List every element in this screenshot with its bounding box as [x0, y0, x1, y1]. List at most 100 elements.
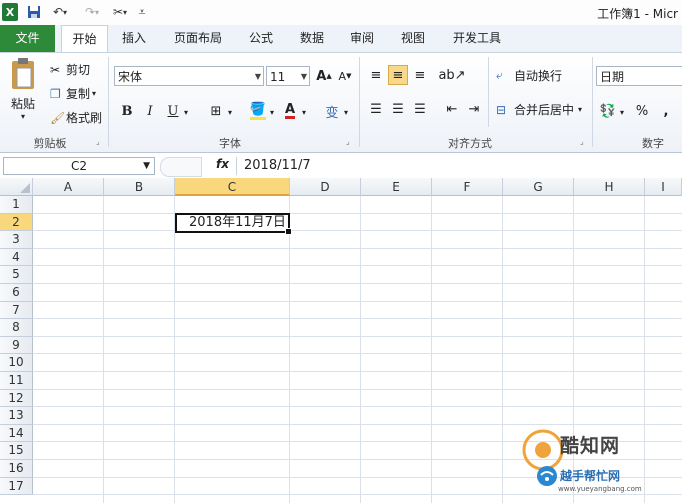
shrink-font-button[interactable]: A ▼	[335, 66, 355, 86]
font-color-button[interactable]: A	[280, 101, 300, 121]
row-header[interactable]: 10	[0, 354, 33, 372]
borders-button[interactable]: ⊞	[206, 101, 226, 121]
copy-icon: ❐	[50, 86, 61, 101]
orientation-button[interactable]: ab↗	[438, 65, 465, 85]
undo-icon[interactable]: ↶ ▾	[48, 3, 72, 21]
paste-label: 粘贴	[10, 97, 35, 111]
excel-logo-icon[interactable]: X	[2, 3, 18, 21]
name-box[interactable]: C2 ▼	[3, 157, 155, 175]
dialog-launcher-icon[interactable]: ⌟	[346, 137, 350, 146]
redo-icon[interactable]: ↷ ▾	[80, 3, 104, 21]
chevron-down-icon[interactable]: ▾	[184, 108, 188, 117]
align-bottom-button[interactable]: ≡	[410, 65, 430, 85]
column-header[interactable]: D	[290, 178, 361, 196]
align-right-button[interactable]: ☰	[410, 99, 430, 119]
fill-handle[interactable]	[285, 228, 292, 235]
font-color-icon: A	[284, 102, 296, 119]
percent-button[interactable]: %	[632, 101, 652, 121]
row-header[interactable]: 2	[0, 213, 33, 232]
column-header[interactable]: I	[645, 178, 682, 196]
align-center-button[interactable]: ☰	[388, 99, 408, 119]
chevron-down-icon[interactable]: ▾	[344, 108, 348, 117]
wrap-text-button[interactable]: ⤶ 自动换行	[496, 67, 562, 84]
currency-button[interactable]: 💱	[598, 101, 618, 121]
bold-button[interactable]: B	[117, 101, 137, 121]
phonetic-button[interactable]: 变	[322, 101, 342, 121]
number-format-combo[interactable]: 日期	[596, 66, 682, 86]
column-header[interactable]: G	[503, 178, 574, 196]
formula-input[interactable]: 2018/11/7	[244, 158, 311, 173]
chevron-down-icon[interactable]: ▾	[270, 108, 274, 117]
tab-view[interactable]: 视图	[392, 25, 434, 52]
format-painter-button[interactable]: 🖌 格式刷	[50, 109, 102, 126]
column-header[interactable]: C	[175, 178, 290, 196]
paste-button[interactable]: 粘贴 ▾	[6, 57, 40, 127]
chevron-down-icon[interactable]: ▾	[228, 108, 232, 117]
align-top-button[interactable]: ≡	[366, 65, 386, 85]
italic-button[interactable]: I	[140, 101, 160, 121]
orientation-icon: ab↗	[438, 67, 466, 83]
fill-color-button[interactable]: 🪣	[248, 101, 268, 121]
row-header[interactable]: 12	[0, 389, 33, 408]
row-header[interactable]: 3	[0, 231, 33, 249]
clipboard-group-label: 剪贴板	[33, 137, 67, 150]
tab-file[interactable]: 文件	[0, 25, 55, 52]
column-header[interactable]: F	[432, 178, 503, 196]
column-header[interactable]: H	[574, 178, 645, 196]
row-header[interactable]: 5	[0, 266, 33, 284]
insert-function-icon[interactable]: fx	[216, 157, 229, 171]
row-header[interactable]: 8	[0, 319, 33, 337]
font-size-combo[interactable]: 11 ▼	[266, 66, 310, 86]
dialog-launcher-icon[interactable]: ⌟	[96, 137, 100, 146]
row-header[interactable]: 6	[0, 284, 33, 302]
underline-button[interactable]: U	[163, 101, 183, 121]
formula-bar-splitter[interactable]	[160, 157, 202, 177]
cut-button[interactable]: ✂ 剪切	[50, 61, 90, 78]
tab-insert[interactable]: 插入	[113, 25, 155, 52]
tab-page-layout[interactable]: 页面布局	[165, 25, 231, 52]
row-header[interactable]: 1	[0, 196, 33, 214]
row-header[interactable]: 7	[0, 301, 33, 320]
copy-button[interactable]: ❐ 复制 ▾	[50, 85, 96, 102]
select-all-button[interactable]	[0, 178, 33, 196]
gridline	[33, 283, 682, 284]
tools-icon[interactable]: ✂ ▾	[110, 3, 130, 21]
merge-center-button[interactable]: ⊟ 合并后居中 ▾	[496, 101, 582, 118]
tab-developer[interactable]: 开发工具	[444, 25, 510, 52]
row-header[interactable]: 15	[0, 442, 33, 460]
column-header[interactable]: B	[104, 178, 175, 196]
gridline	[33, 300, 682, 302]
row-header[interactable]: 11	[0, 372, 33, 390]
row-header[interactable]: 14	[0, 424, 33, 443]
tab-data[interactable]: 数据	[291, 25, 333, 52]
tab-review[interactable]: 审阅	[341, 25, 383, 52]
decrease-indent-button[interactable]: ⇤	[442, 99, 462, 119]
row-header[interactable]: 17	[0, 477, 33, 496]
row-header[interactable]: 13	[0, 407, 33, 425]
watermark-subtitle: 越手帮忙网	[560, 469, 621, 483]
grow-font-button[interactable]: A ▲	[314, 66, 334, 86]
save-icon[interactable]	[26, 3, 42, 21]
row-header[interactable]: 16	[0, 460, 33, 478]
comma-button[interactable]: ,	[656, 101, 676, 121]
column-header[interactable]: E	[361, 178, 432, 196]
tab-home[interactable]: 开始	[61, 25, 108, 53]
align-middle-button[interactable]: ≡	[388, 65, 408, 85]
gridline	[33, 353, 682, 355]
increase-indent-button[interactable]: ⇥	[464, 99, 484, 119]
customize-qat-icon[interactable]: ⩡	[136, 3, 148, 21]
font-name-combo[interactable]: 宋体 ▼	[114, 66, 264, 86]
align-left-button[interactable]: ☰	[366, 99, 386, 119]
tab-formulas[interactable]: 公式	[240, 25, 282, 52]
chevron-down-icon[interactable]: ▾	[302, 108, 306, 117]
row-header[interactable]: 4	[0, 248, 33, 267]
dialog-launcher-icon[interactable]: ⌟	[580, 137, 584, 146]
row-header[interactable]: 9	[0, 336, 33, 355]
active-cell[interactable]: 2018年11月7日	[175, 213, 292, 235]
chevron-down-icon[interactable]: ▾	[620, 108, 624, 117]
chevron-down-icon: ▼	[143, 161, 150, 171]
gridline	[174, 196, 175, 503]
decrease-indent-icon: ⇤	[446, 101, 458, 117]
paint-bucket-icon: 🪣	[249, 102, 267, 120]
column-header[interactable]: A	[33, 178, 104, 196]
